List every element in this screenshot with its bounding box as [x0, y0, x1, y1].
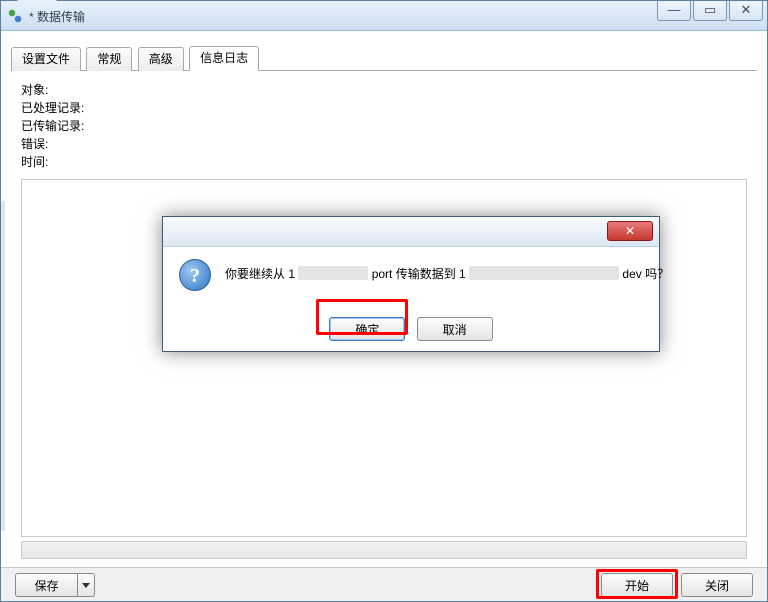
dialog-close-button[interactable]: ✕ — [607, 221, 653, 241]
redacted-source — [298, 266, 368, 280]
maximize-button[interactable]: ▭ — [693, 1, 727, 21]
dialog-message: 你要继续从 1 port 传输数据到 1 dev 吗？ — [225, 265, 643, 282]
save-dropdown-button[interactable] — [77, 573, 95, 597]
horizontal-scrollbar[interactable] — [21, 541, 747, 559]
tabstrip: 设置文件 常规 高级 信息日志 — [11, 45, 757, 71]
tab-general[interactable]: 常规 — [86, 47, 132, 71]
minimize-button[interactable]: — — [657, 1, 691, 21]
redacted-target — [469, 266, 619, 280]
window-controls: — ▭ ✕ — [657, 1, 763, 21]
summary-errors: 错误: — [21, 135, 84, 153]
close-window-button[interactable]: 关闭 — [681, 573, 753, 597]
left-strip-artifact — [1, 201, 5, 531]
save-button[interactable]: 保存 — [15, 573, 77, 597]
tab-settings-file[interactable]: 设置文件 — [11, 47, 81, 71]
window-title: * 数据传输 — [29, 8, 85, 25]
save-button-group: 保存 — [15, 573, 95, 597]
tab-info-log[interactable]: 信息日志 — [189, 46, 259, 71]
confirm-dialog: ✕ ? 你要继续从 1 port 传输数据到 1 dev 吗？ 确定 取消 — [162, 216, 660, 352]
titlebar: * 数据传输 — ▭ ✕ — [1, 1, 767, 31]
close-button[interactable]: ✕ — [729, 1, 763, 21]
dialog-msg-part2: port 传输数据到 1 — [372, 267, 466, 281]
dialog-msg-part1: 你要继续从 1 — [225, 267, 295, 281]
summary-processed: 已处理记录: — [21, 99, 84, 117]
tab-advanced[interactable]: 高级 — [138, 47, 184, 71]
start-button[interactable]: 开始 — [601, 573, 673, 597]
summary-transferred: 已传输记录: — [21, 117, 84, 135]
dialog-msg-part3: dev 吗？ — [622, 267, 669, 281]
ok-button[interactable]: 确定 — [329, 317, 405, 341]
bottom-bar: 保存 开始 关闭 — [1, 567, 767, 601]
dialog-buttons: 确定 取消 — [163, 317, 659, 341]
dialog-titlebar: ✕ — [163, 217, 659, 247]
app-icon — [7, 8, 23, 24]
summary-time: 时间: — [21, 153, 84, 171]
cancel-button[interactable]: 取消 — [417, 317, 493, 341]
question-icon: ? — [179, 259, 211, 291]
summary-block: 对象: 已处理记录: 已传输记录: 错误: 时间: — [21, 81, 84, 171]
summary-objects: 对象: — [21, 81, 84, 99]
dialog-body: ? 你要继续从 1 port 传输数据到 1 dev 吗？ 确定 取消 — [163, 247, 659, 353]
